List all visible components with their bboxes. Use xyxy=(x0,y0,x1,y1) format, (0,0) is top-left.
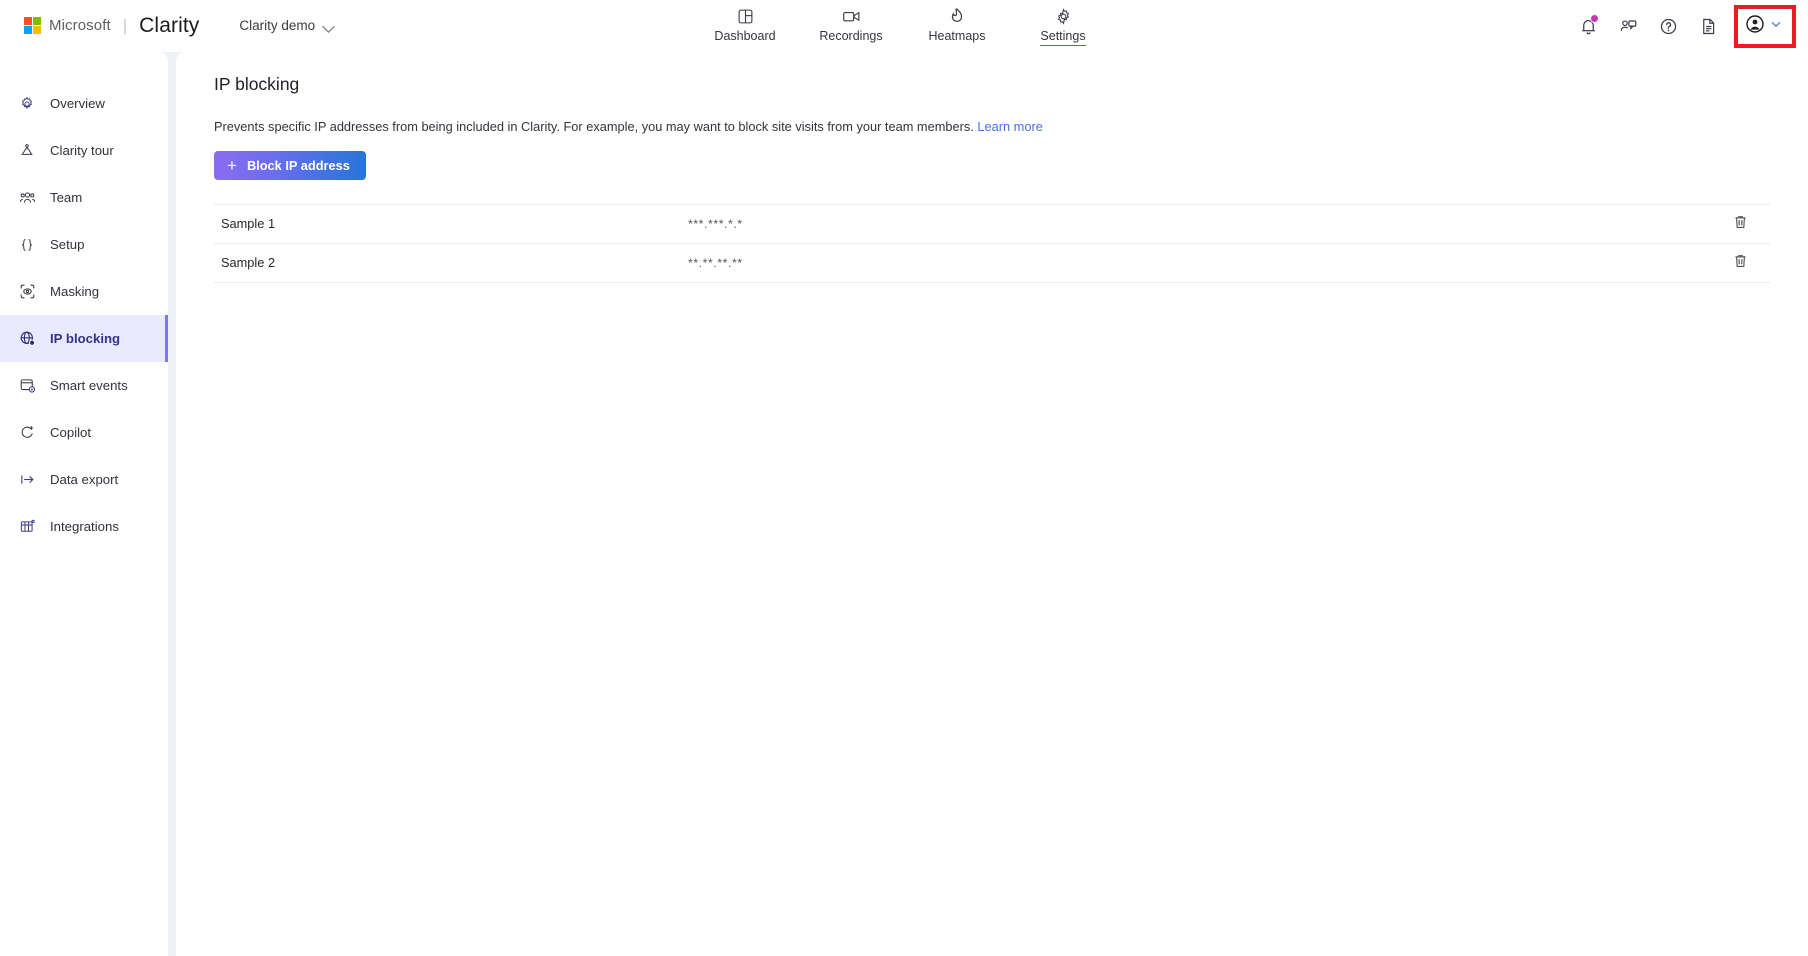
account-icon xyxy=(1745,14,1765,39)
sidebar-item-data-export[interactable]: Data export xyxy=(0,456,168,503)
block-ip-address-button-label: Block IP address xyxy=(246,157,350,173)
mask-icon xyxy=(18,283,36,300)
delete-icon xyxy=(1733,253,1748,272)
globe-block-icon xyxy=(18,330,36,347)
feedback-button[interactable] xyxy=(1608,6,1648,46)
braces-icon xyxy=(18,237,36,253)
row-ip: ***.***.*.* xyxy=(688,216,743,231)
nav-item-settings-label: Settings xyxy=(1040,29,1086,46)
sidebar-item-integrations[interactable]: Integrations xyxy=(0,503,168,550)
sidebar-item-data-export-label: Data export xyxy=(50,472,119,487)
sidebar-item-masking[interactable]: Masking xyxy=(0,268,168,315)
plus-icon: + xyxy=(227,155,237,175)
project-picker-label: Clarity demo xyxy=(239,18,316,33)
clarity-wordmark: Clarity xyxy=(139,13,200,37)
delete-icon xyxy=(1733,214,1748,233)
page-title: IP blocking xyxy=(214,74,300,94)
export-icon xyxy=(18,471,36,488)
sidebar-item-masking-label: Masking xyxy=(50,284,100,299)
nav-item-recordings-label: Recordings xyxy=(819,29,883,43)
help-button[interactable] xyxy=(1648,6,1688,46)
page-description: Prevents specific IP addresses from bein… xyxy=(214,119,1770,136)
chevron-down-icon xyxy=(324,21,334,31)
sidebar-item-copilot-label: Copilot xyxy=(50,425,92,440)
gear-icon xyxy=(18,96,36,112)
flame-icon xyxy=(949,5,965,27)
delete-row-button[interactable] xyxy=(1710,214,1770,233)
sidebar-item-team-label: Team xyxy=(50,190,83,205)
integrations-icon xyxy=(18,518,36,535)
brand-separator: | xyxy=(122,15,128,35)
notification-badge xyxy=(1590,14,1599,23)
top-bar-actions xyxy=(1568,0,1800,52)
table-row[interactable]: Sample 2 **.**.**.** xyxy=(214,244,1770,283)
page-description-text: Prevents specific IP addresses from bein… xyxy=(214,119,974,134)
delete-row-button[interactable] xyxy=(1710,253,1770,272)
chevron-down-icon xyxy=(1769,17,1783,36)
app-root: Microsoft | Clarity Clarity demo Dashboa… xyxy=(0,0,1808,956)
people-icon xyxy=(18,189,36,206)
gear-icon xyxy=(1055,5,1072,27)
blocked-ip-table: Sample 1 ***.***.*.* Sample 2 **.**.**.*… xyxy=(214,203,1770,283)
brand[interactable]: Microsoft | Clarity xyxy=(0,0,199,51)
tour-icon xyxy=(18,143,36,159)
row-ip: **.**.**.** xyxy=(688,255,743,270)
sidebar-item-setup-label: Setup xyxy=(50,237,85,252)
table-row[interactable]: Sample 1 ***.***.*.* xyxy=(214,205,1770,244)
block-ip-address-button[interactable]: + Block IP address xyxy=(214,150,366,180)
notifications-button[interactable] xyxy=(1568,6,1608,46)
sidebar-item-copilot[interactable]: Copilot xyxy=(0,409,168,456)
learn-more-link[interactable]: Learn more xyxy=(977,119,1042,134)
sidebar-item-smart-events-label: Smart events xyxy=(50,378,128,393)
sidebar: Overview Clarity tour Team Setup Masking… xyxy=(0,52,168,956)
copilot-icon xyxy=(18,424,36,441)
sidebar-item-smart-events[interactable]: Smart events xyxy=(0,362,168,409)
nav-item-settings[interactable]: Settings xyxy=(1026,3,1100,46)
smart-events-icon xyxy=(18,377,36,394)
sidebar-item-team[interactable]: Team xyxy=(0,174,168,221)
nav-item-dashboard[interactable]: Dashboard xyxy=(708,3,782,45)
sidebar-item-integrations-label: Integrations xyxy=(50,519,119,534)
microsoft-logo-icon xyxy=(24,17,41,34)
video-camera-icon xyxy=(842,5,861,27)
row-name: Sample 2 xyxy=(221,255,276,271)
dashboard-icon xyxy=(737,5,754,27)
top-bar: Microsoft | Clarity Clarity demo Dashboa… xyxy=(0,0,1808,52)
sidebar-item-setup[interactable]: Setup xyxy=(0,221,168,268)
row-name: Sample 1 xyxy=(221,216,276,232)
project-picker[interactable]: Clarity demo xyxy=(239,18,334,33)
microsoft-wordmark: Microsoft xyxy=(49,17,111,34)
sidebar-item-overview-label: Overview xyxy=(50,96,105,111)
documentation-button[interactable] xyxy=(1688,6,1728,46)
main-content: IP blocking Prevents specific IP address… xyxy=(176,52,1808,956)
nav-item-heatmaps-label: Heatmaps xyxy=(928,29,986,43)
sidebar-item-ip-blocking-label: IP blocking xyxy=(50,331,121,346)
account-button[interactable] xyxy=(1734,4,1796,48)
top-navigation: Dashboard Recordings Heatmaps Settings xyxy=(708,3,1100,46)
sidebar-item-clarity-tour[interactable]: Clarity tour xyxy=(0,127,168,174)
nav-item-dashboard-label: Dashboard xyxy=(714,29,776,43)
nav-item-recordings[interactable]: Recordings xyxy=(814,3,888,45)
sidebar-item-overview[interactable]: Overview xyxy=(0,80,168,127)
sidebar-item-ip-blocking[interactable]: IP blocking xyxy=(0,315,168,362)
nav-item-heatmaps[interactable]: Heatmaps xyxy=(920,3,994,45)
sidebar-item-clarity-tour-label: Clarity tour xyxy=(50,143,114,158)
